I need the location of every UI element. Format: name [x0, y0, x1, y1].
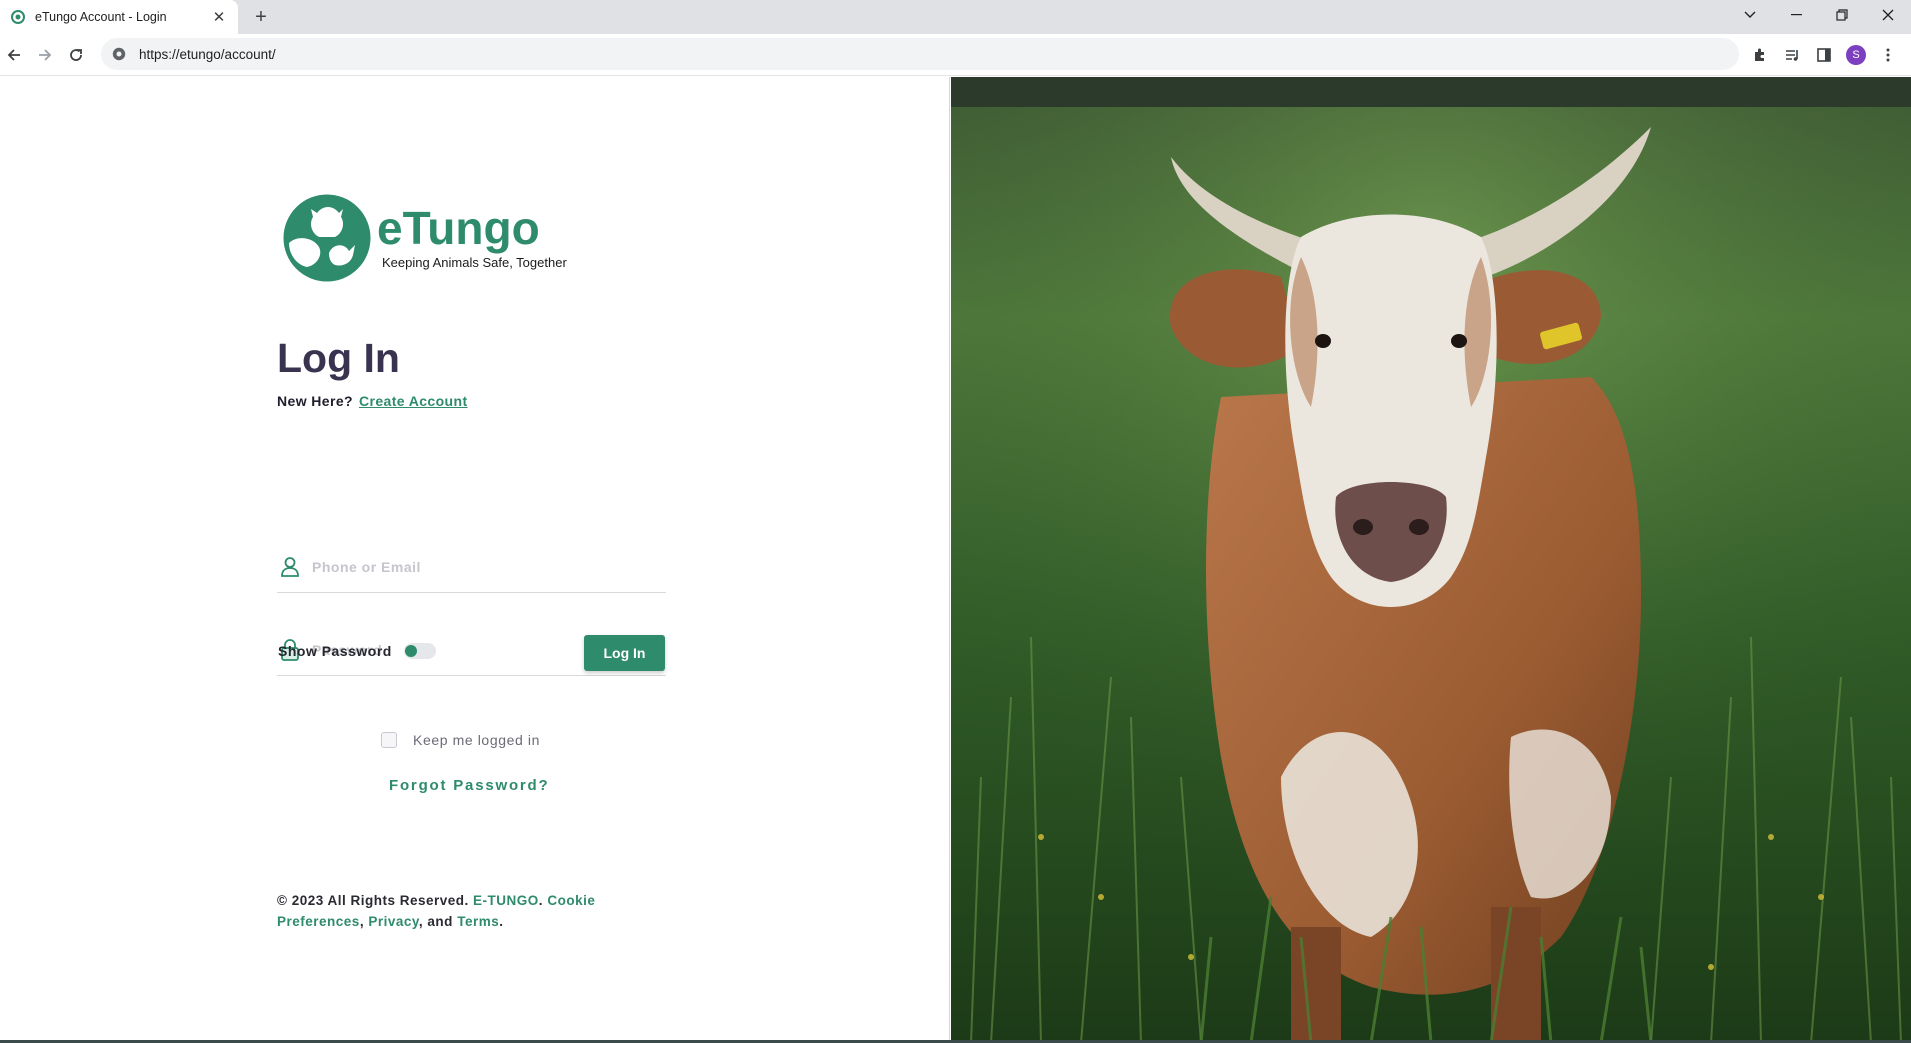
page-content: eTungo Keeping Animals Safe, Together Lo…	[0, 77, 1911, 1043]
privacy-link[interactable]: Privacy	[368, 914, 419, 929]
keep-logged-in-label: Keep me logged in	[413, 732, 540, 748]
browser-window: eTungo Account - Login ✕ + https://etung…	[0, 0, 1911, 1043]
etungo-favicon-icon	[10, 9, 26, 25]
page-title: Log In	[277, 335, 400, 381]
restore-button[interactable]	[1819, 0, 1865, 30]
terms-link[interactable]: Terms	[457, 914, 499, 929]
brand-tagline: Keeping Animals Safe, Together	[382, 255, 567, 270]
footer: © 2023 All Rights Reserved. E-TUNGO. Coo…	[277, 893, 596, 929]
keep-logged-in-checkbox[interactable]	[381, 732, 397, 748]
cow-photo-icon	[951, 77, 1911, 1043]
media-queue-icon[interactable]	[1778, 41, 1806, 69]
side-panel-icon[interactable]	[1810, 41, 1838, 69]
new-here-row: New Here? Create Account	[277, 393, 468, 409]
keep-logged-in-row: Keep me logged in	[381, 732, 540, 748]
site-info-icon[interactable]	[111, 46, 127, 62]
user-icon	[278, 555, 302, 579]
phone-email-field	[277, 541, 666, 593]
login-panel: eTungo Keeping Animals Safe, Together Lo…	[0, 77, 950, 1043]
tab-search-chevron-icon[interactable]	[1727, 0, 1773, 30]
tab-strip: eTungo Account - Login ✕ +	[0, 0, 1911, 34]
phone-email-input[interactable]	[312, 558, 642, 575]
forgot-password-link[interactable]: Forgot Password?	[389, 777, 549, 794]
tab-active[interactable]: eTungo Account - Login ✕	[0, 0, 238, 34]
show-password-label: Show Password	[278, 643, 392, 659]
etungo-logo: eTungo Keeping Animals Safe, Together	[283, 191, 583, 287]
address-bar[interactable]: https://etungo/account/	[101, 38, 1739, 70]
new-here-label: New Here?	[277, 393, 353, 409]
kebab-menu-icon[interactable]	[1874, 41, 1902, 69]
reload-icon[interactable]	[62, 41, 90, 69]
create-account-link[interactable]: Create Account	[359, 393, 468, 409]
show-password-toggle[interactable]	[404, 643, 436, 659]
extensions-puzzle-icon[interactable]	[1746, 41, 1774, 69]
and-text: and	[427, 914, 453, 929]
browser-toolbar: https://etungo/account/ S	[0, 34, 1911, 76]
forward-arrow-icon[interactable]	[31, 41, 59, 69]
brand-name: eTungo	[377, 202, 540, 254]
toggle-knob	[405, 645, 417, 657]
close-window-icon[interactable]	[1865, 0, 1911, 30]
tab-close-icon[interactable]: ✕	[208, 6, 230, 28]
profile-avatar[interactable]: S	[1842, 41, 1870, 69]
new-tab-button[interactable]: +	[249, 5, 273, 29]
login-button[interactable]: Log In	[584, 635, 665, 671]
back-arrow-icon[interactable]	[0, 41, 28, 69]
hero-image	[951, 77, 1911, 1043]
company-link[interactable]: E-TUNGO	[473, 893, 539, 908]
url-text[interactable]: https://etungo/account/	[139, 47, 276, 62]
etungo-logo-icon	[283, 194, 371, 282]
copyright-text: © 2023 All Rights Reserved.	[277, 893, 469, 908]
tab-title: eTungo Account - Login	[35, 10, 167, 24]
minimize-button[interactable]	[1773, 0, 1819, 30]
